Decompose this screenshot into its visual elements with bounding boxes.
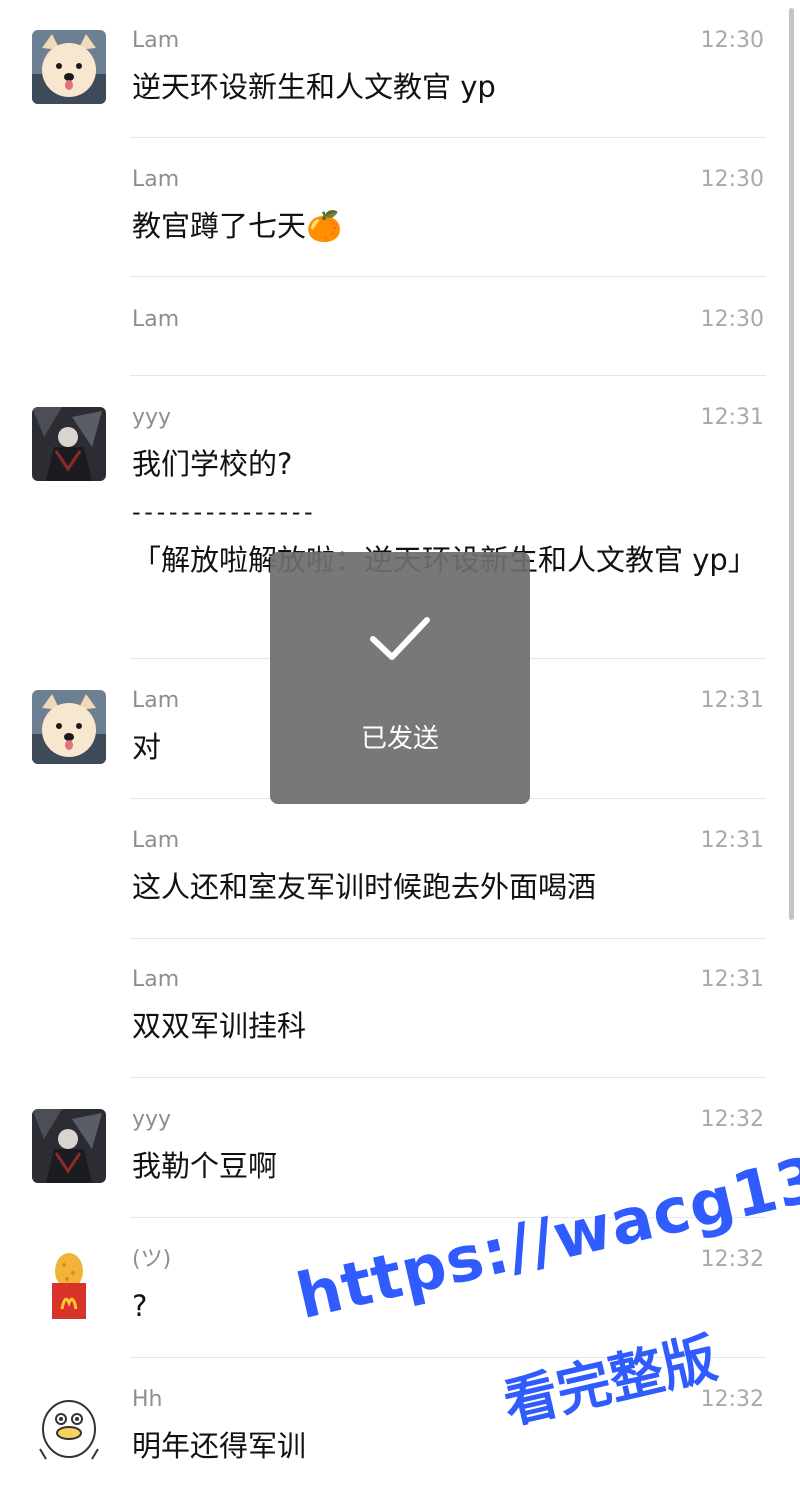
divider xyxy=(130,375,766,376)
dark-character-avatar[interactable] xyxy=(32,407,106,481)
message-time: 12:30 xyxy=(700,28,764,53)
divider xyxy=(130,1357,766,1358)
sender-name: yyy xyxy=(132,405,172,430)
dark-character-avatar[interactable] xyxy=(32,1109,106,1183)
duck-sketch-avatar[interactable] xyxy=(32,1389,106,1463)
message-text-content: 教官蹲了七天 xyxy=(132,209,307,243)
message-time: 12:31 xyxy=(700,405,764,430)
toast-label: 已发送 xyxy=(360,724,439,754)
sender-name: Lam xyxy=(132,28,180,53)
sender-name: Lam xyxy=(132,688,180,713)
message-text: 我勒个豆啊 xyxy=(132,1149,278,1183)
message-time: 12:32 xyxy=(700,1387,764,1412)
quote-separator: - - - - - - - - - - - - - - - xyxy=(132,498,313,526)
message-text: 教官蹲了七天🍊 xyxy=(132,203,762,249)
dog-avatar[interactable] xyxy=(32,690,106,764)
divider xyxy=(130,137,766,138)
list-item[interactable]: Lam 12:30 xyxy=(0,279,800,377)
list-item[interactable]: Hh 12:32 明年还得军训 xyxy=(0,1359,800,1493)
hashbrown-avatar[interactable] xyxy=(32,1249,106,1323)
sender-name: Hh xyxy=(132,1387,163,1412)
message-text: 明年还得军训 xyxy=(132,1429,307,1463)
list-item[interactable]: Lam 12:30 逆天环设新生和人文教官 yp xyxy=(0,0,800,139)
sender-name: (ツ) xyxy=(132,1247,172,1272)
sender-name: yyy xyxy=(132,1107,172,1132)
message-text: 逆天环设新生和人文教官 yp xyxy=(132,70,496,104)
sender-name: Lam xyxy=(132,307,180,332)
message-text: ? xyxy=(132,1289,148,1323)
divider xyxy=(130,276,766,277)
sent-toast: 已发送 xyxy=(270,552,530,804)
list-item[interactable]: Lam 12:31 双双军训挂科 xyxy=(0,939,800,1079)
message-text: 双双军训挂科 xyxy=(132,1009,307,1043)
divider xyxy=(130,1217,766,1218)
dog-avatar[interactable] xyxy=(32,30,106,104)
sender-name: Lam xyxy=(132,967,180,992)
list-item[interactable]: Lam 12:31 这人还和室友军训时候跑去外面喝酒 xyxy=(0,800,800,939)
list-item[interactable]: yyy 12:32 我勒个豆啊 xyxy=(0,1079,800,1219)
divider xyxy=(130,1077,766,1078)
message-text: 我们学校的? xyxy=(132,447,293,481)
message-time: 12:32 xyxy=(700,1107,764,1132)
sender-name: Lam xyxy=(132,828,180,853)
message-text: 这人还和室友军训时候跑去外面喝酒 xyxy=(132,870,597,904)
message-time: 12:32 xyxy=(700,1247,764,1272)
list-item[interactable]: Lam 12:30 教官蹲了七天🍊 xyxy=(0,139,800,279)
sender-name: Lam xyxy=(132,167,180,192)
orange-emoji-icon: 🍊 xyxy=(306,209,343,243)
message-time: 12:31 xyxy=(700,688,764,713)
message-time: 12:31 xyxy=(700,828,764,853)
checkmark-icon xyxy=(370,617,430,660)
message-time: 12:30 xyxy=(700,167,764,192)
message-time: 12:31 xyxy=(700,967,764,992)
list-item[interactable]: (ツ) 12:32 ? xyxy=(0,1219,800,1359)
message-time: 12:30 xyxy=(700,307,764,332)
scrollbar[interactable] xyxy=(789,8,794,920)
